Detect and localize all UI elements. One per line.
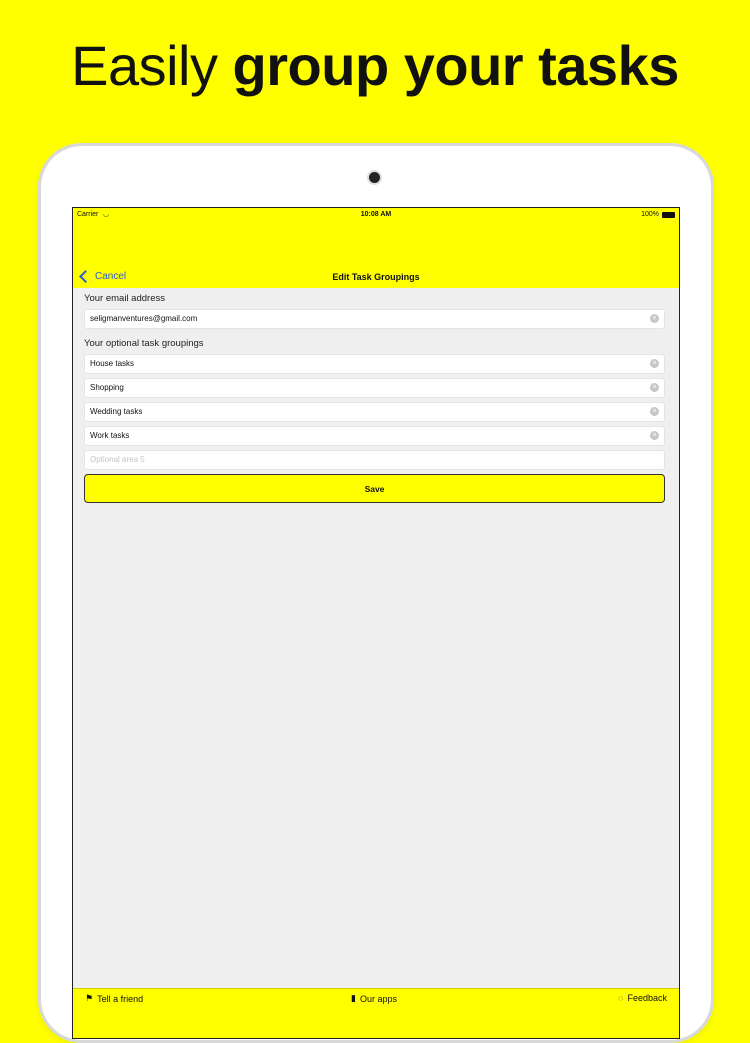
clear-icon[interactable]: × — [650, 314, 659, 323]
tab-tell-friend[interactable]: ⚑ Tell a friend — [85, 993, 143, 1004]
grouping-field-3[interactable]: Wedding tasks × — [84, 402, 665, 422]
tab-label: Feedback — [627, 993, 667, 1003]
marketing-headline: Easily group your tasks — [0, 30, 750, 102]
grouping-field-4[interactable]: Work tasks × — [84, 426, 665, 446]
status-time: 10:08 AM — [360, 211, 392, 218]
grouping-value: House tasks — [90, 359, 135, 368]
phone-icon: ▮ — [351, 993, 356, 1003]
battery-icon — [662, 212, 675, 218]
tab-label: Our apps — [359, 993, 397, 1004]
navigation-bar: Cancel Edit Task Groupings — [73, 222, 679, 288]
clear-icon[interactable]: × — [650, 431, 659, 440]
clear-icon[interactable]: × — [650, 407, 659, 416]
grouping-placeholder: Optional area 5 — [90, 455, 145, 464]
headline-light: Easily — [71, 34, 233, 97]
tab-label: Tell a friend — [97, 993, 144, 1004]
flag-icon: ⚑ — [85, 993, 94, 1003]
form: Your email address seligmanventures@gmai… — [84, 288, 665, 503]
email-value: seligmanventures@gmail.com — [90, 314, 198, 323]
grouping-field-2[interactable]: Shopping × — [84, 378, 665, 398]
grouping-value: Wedding tasks — [90, 407, 143, 416]
grouping-field-5[interactable]: Optional area 5 — [84, 450, 665, 470]
save-button[interactable]: Save — [84, 474, 665, 503]
speech-bubble-icon: ◌ — [618, 993, 624, 1003]
grouping-value: Work tasks — [90, 431, 130, 440]
clear-icon[interactable]: × — [650, 359, 659, 368]
status-bar: Carrier ◡ 10:08 AM 100% — [73, 208, 679, 222]
ipad-frame: Carrier ◡ 10:08 AM 100% Cancel Edit Task… — [38, 143, 714, 1043]
tab-our-apps[interactable]: ▮ Our apps — [351, 993, 397, 1004]
camera-icon — [369, 172, 380, 183]
tab-feedback[interactable]: ◌ Feedback — [618, 993, 667, 1003]
headline-bold: group your tasks — [232, 34, 680, 97]
email-section-label: Your email address — [84, 293, 165, 304]
bottom-tab-bar: ⚑ Tell a friend ▮ Our apps ◌ Feedback — [73, 988, 679, 1038]
email-field[interactable]: seligmanventures@gmail.com × — [84, 309, 665, 329]
battery-percent: 100% — [641, 211, 659, 218]
clear-icon[interactable]: × — [650, 383, 659, 392]
page-title: Edit Task Groupings — [332, 272, 420, 282]
app-screen: Carrier ◡ 10:08 AM 100% Cancel Edit Task… — [72, 207, 680, 1039]
groupings-section-label: Your optional task groupings — [84, 338, 204, 349]
grouping-field-1[interactable]: House tasks × — [84, 354, 665, 374]
grouping-value: Shopping — [90, 383, 124, 392]
